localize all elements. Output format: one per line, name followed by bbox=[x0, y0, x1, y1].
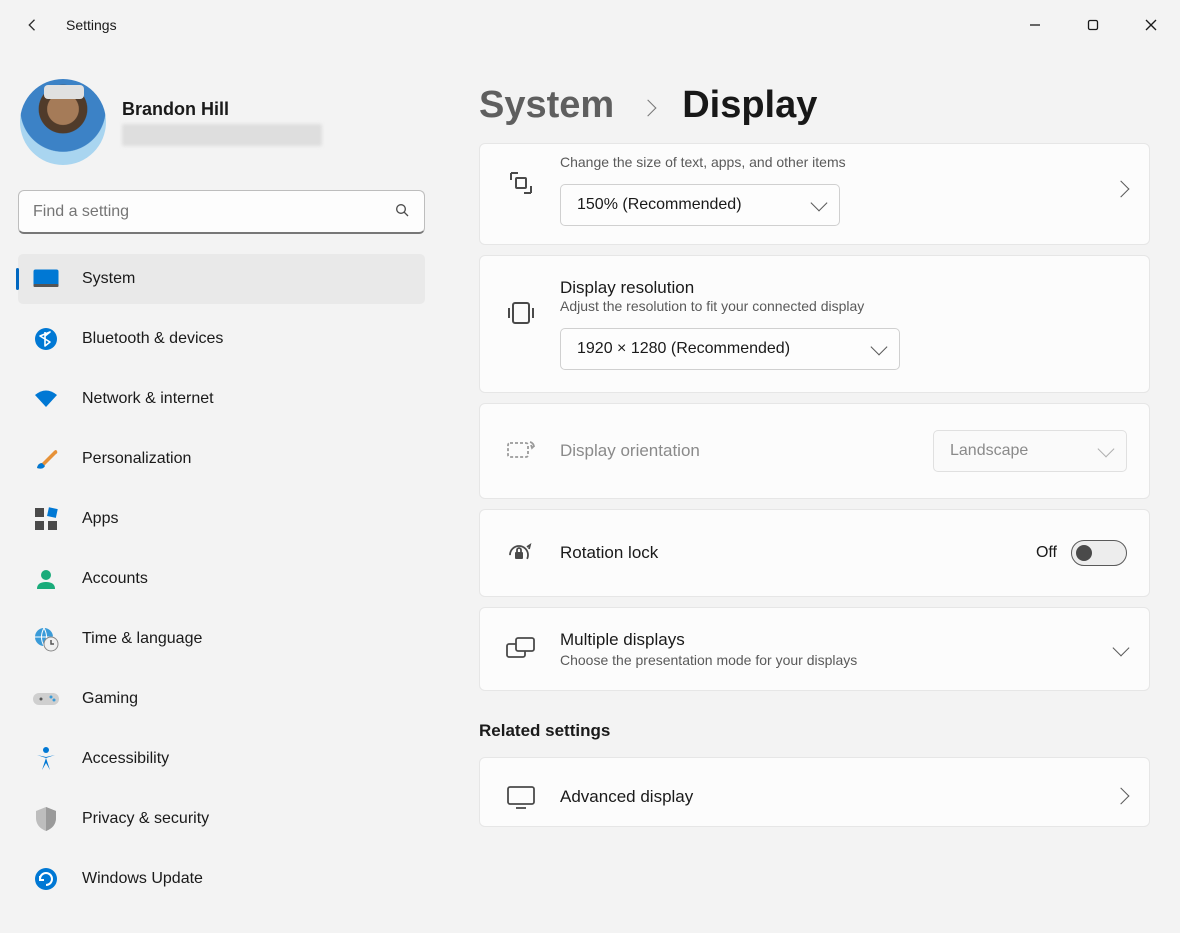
orientation-icon bbox=[504, 434, 538, 468]
card-rotation-lock[interactable]: Rotation lock Off bbox=[479, 509, 1150, 597]
nav-item-accounts[interactable]: Accounts bbox=[18, 554, 425, 604]
nav-label: Gaming bbox=[82, 690, 138, 708]
nav-label: Bluetooth & devices bbox=[82, 330, 223, 348]
search-box[interactable] bbox=[18, 190, 425, 234]
orientation-dropdown: Landscape bbox=[933, 430, 1127, 472]
nav-list: System Bluetooth & devices Network & int… bbox=[18, 254, 425, 914]
nav-item-system[interactable]: System bbox=[18, 254, 425, 304]
card-advanced-display[interactable]: Advanced display bbox=[479, 757, 1150, 827]
titlebar: Settings bbox=[0, 0, 1180, 50]
nav-item-accessibility[interactable]: Accessibility bbox=[18, 734, 425, 784]
multiple-title: Multiple displays bbox=[560, 630, 1093, 650]
card-multiple-displays[interactable]: Multiple displays Choose the presentatio… bbox=[479, 607, 1150, 691]
accessibility-icon bbox=[32, 745, 60, 773]
minimize-button[interactable] bbox=[1006, 0, 1064, 50]
system-icon bbox=[32, 265, 60, 293]
resolution-subtitle: Adjust the resolution to fit your connec… bbox=[560, 298, 1127, 314]
nav-label: Time & language bbox=[82, 630, 202, 648]
chevron-down-icon bbox=[1100, 442, 1112, 460]
monitor-icon bbox=[504, 780, 538, 814]
back-button[interactable] bbox=[18, 10, 48, 40]
chevron-down-icon bbox=[813, 196, 825, 214]
paintbrush-icon bbox=[32, 445, 60, 473]
shield-icon bbox=[32, 805, 60, 833]
nav-label: System bbox=[82, 270, 135, 288]
orientation-title: Display orientation bbox=[560, 441, 700, 461]
card-orientation: Display orientation Landscape bbox=[479, 403, 1150, 499]
window-controls bbox=[1006, 0, 1180, 50]
update-icon bbox=[32, 865, 60, 893]
nav-item-network[interactable]: Network & internet bbox=[18, 374, 425, 424]
breadcrumb-separator-icon bbox=[642, 93, 654, 121]
resolution-icon bbox=[504, 296, 538, 330]
person-icon bbox=[32, 565, 60, 593]
nav-label: Privacy & security bbox=[82, 810, 209, 828]
card-scale[interactable]: Change the size of text, apps, and other… bbox=[479, 143, 1150, 245]
nav-item-apps[interactable]: Apps bbox=[18, 494, 425, 544]
resolution-value: 1920 × 1280 (Recommended) bbox=[577, 340, 790, 358]
nav-item-bluetooth[interactable]: Bluetooth & devices bbox=[18, 314, 425, 364]
nav-item-update[interactable]: Windows Update bbox=[18, 854, 425, 904]
apps-icon bbox=[32, 505, 60, 533]
wifi-icon bbox=[32, 385, 60, 413]
user-email-redacted bbox=[122, 124, 322, 146]
rotation-state-label: Off bbox=[1036, 544, 1057, 562]
right-pane: System Display Change the size of text, … bbox=[445, 50, 1180, 933]
orientation-value: Landscape bbox=[950, 442, 1028, 460]
related-heading: Related settings bbox=[479, 721, 1150, 741]
breadcrumb: System Display bbox=[479, 84, 1150, 127]
toggle-knob bbox=[1076, 545, 1092, 561]
nav-item-time[interactable]: Time & language bbox=[18, 614, 425, 664]
chevron-right-icon bbox=[1115, 182, 1127, 198]
nav-label: Accounts bbox=[82, 570, 148, 588]
multiple-displays-icon bbox=[504, 632, 538, 666]
resolution-dropdown[interactable]: 1920 × 1280 (Recommended) bbox=[560, 328, 900, 370]
breadcrumb-current: Display bbox=[682, 84, 817, 127]
maximize-button[interactable] bbox=[1064, 0, 1122, 50]
scale-icon bbox=[504, 166, 538, 200]
search-input[interactable] bbox=[33, 203, 394, 221]
user-card[interactable]: Brandon Hill bbox=[20, 79, 425, 165]
rotation-lock-icon bbox=[504, 536, 538, 570]
chevron-right-icon bbox=[1115, 789, 1127, 805]
resolution-title: Display resolution bbox=[560, 278, 1127, 298]
chevron-down-icon bbox=[1115, 641, 1127, 657]
chevron-down-icon bbox=[873, 340, 885, 358]
back-arrow-icon bbox=[24, 16, 42, 34]
left-pane: Brandon Hill System Bluetooth & devic bbox=[0, 50, 445, 933]
nav-label: Windows Update bbox=[82, 870, 203, 888]
rotation-title: Rotation lock bbox=[560, 543, 658, 563]
nav-label: Accessibility bbox=[82, 750, 169, 768]
close-button[interactable] bbox=[1122, 0, 1180, 50]
rotation-toggle[interactable] bbox=[1071, 540, 1127, 566]
nav-item-personalization[interactable]: Personalization bbox=[18, 434, 425, 484]
nav-label: Network & internet bbox=[82, 390, 214, 408]
nav-label: Personalization bbox=[82, 450, 191, 468]
user-name: Brandon Hill bbox=[122, 99, 322, 120]
nav-label: Apps bbox=[82, 510, 118, 528]
avatar bbox=[20, 79, 106, 165]
scale-dropdown[interactable]: 150% (Recommended) bbox=[560, 184, 840, 226]
multiple-subtitle: Choose the presentation mode for your di… bbox=[560, 652, 1093, 668]
scale-value: 150% (Recommended) bbox=[577, 196, 742, 214]
scale-subtitle: Change the size of text, apps, and other… bbox=[560, 154, 1093, 170]
breadcrumb-parent[interactable]: System bbox=[479, 84, 614, 127]
card-resolution[interactable]: Display resolution Adjust the resolution… bbox=[479, 255, 1150, 393]
search-icon bbox=[394, 202, 410, 221]
advanced-title: Advanced display bbox=[560, 787, 1093, 807]
globe-clock-icon bbox=[32, 625, 60, 653]
gamepad-icon bbox=[32, 685, 60, 713]
nav-item-gaming[interactable]: Gaming bbox=[18, 674, 425, 724]
bluetooth-icon bbox=[32, 325, 60, 353]
window-title: Settings bbox=[66, 17, 117, 33]
nav-item-privacy[interactable]: Privacy & security bbox=[18, 794, 425, 844]
